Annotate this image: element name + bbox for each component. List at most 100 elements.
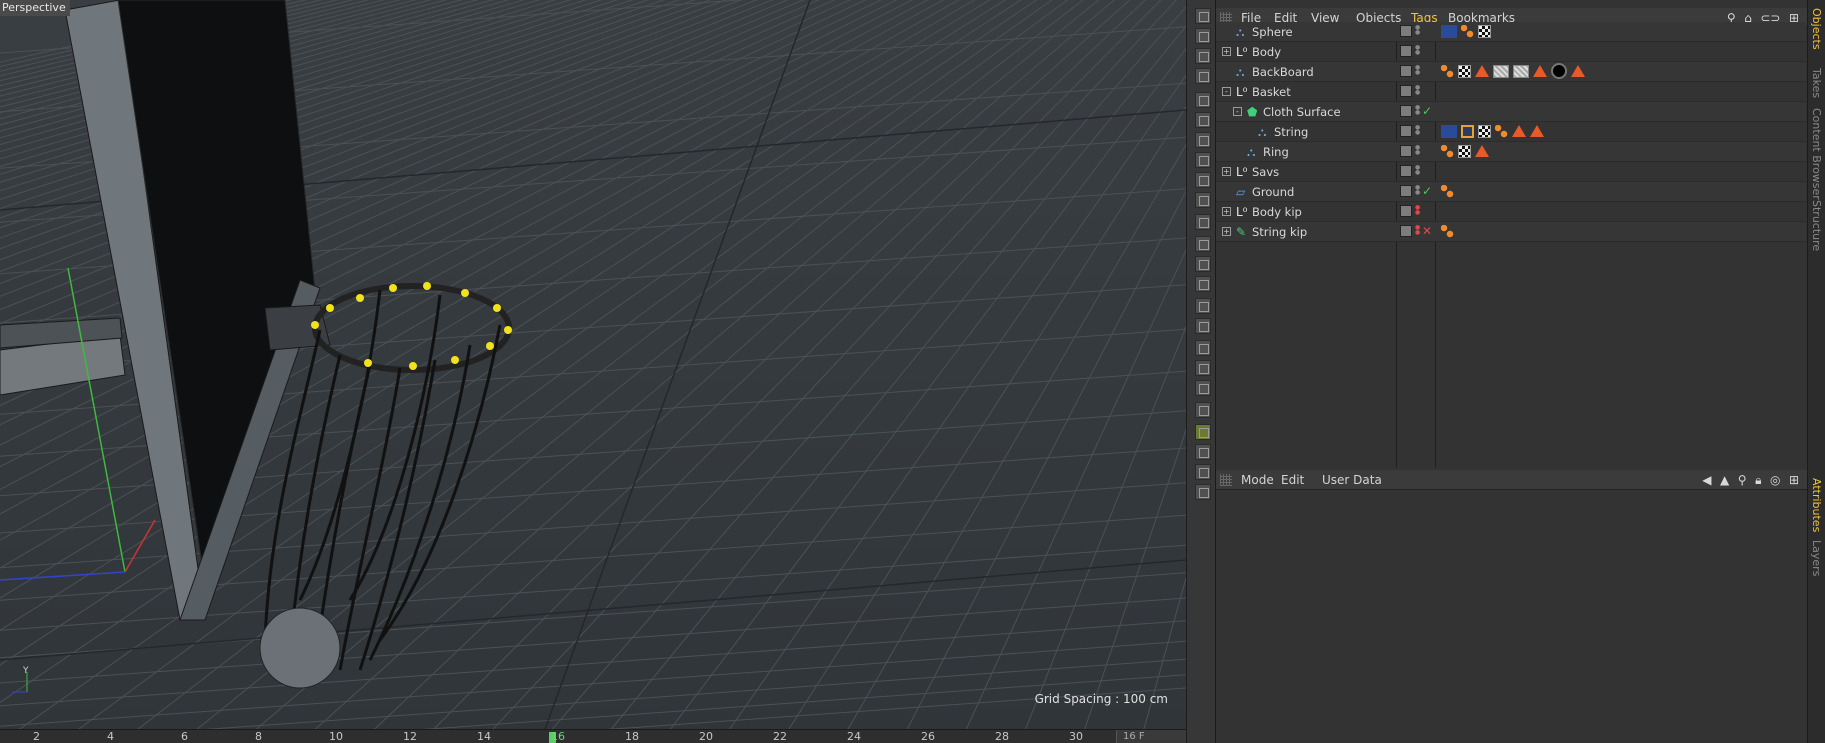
texture-tag-icon[interactable]	[1530, 125, 1544, 137]
visibility-dots-icon[interactable]: ● ●	[1415, 85, 1420, 96]
object-row-ground[interactable]: ▱ Ground ● ● ✓	[1216, 182, 1806, 202]
object-row-backboard[interactable]: ⛬ BackBoard ● ●	[1216, 62, 1806, 82]
object-row-body[interactable]: + L⁰ Body ● ●	[1216, 42, 1806, 62]
object-tree[interactable]: ⛬ Sphere ● ● + L⁰ Body ● ● ⛬ BackBoard ● ● - L⁰ Basket ●…	[1216, 22, 1807, 468]
tool-button[interactable]	[1195, 464, 1211, 480]
back-arrow-icon[interactable]: ◀	[1702, 473, 1711, 487]
visibility-dots-icon[interactable]: ● ●	[1415, 125, 1420, 136]
layer-color-icon[interactable]	[1400, 65, 1412, 77]
perspective-viewport[interactable]: Y Perspective Grid Spacing : 100 cm 16 F…	[0, 0, 1186, 743]
tool-button[interactable]	[1195, 276, 1211, 292]
cloth-tag-icon[interactable]	[1441, 125, 1457, 138]
new-window-icon[interactable]: ⊞	[1789, 473, 1799, 487]
tool-button[interactable]	[1195, 318, 1211, 334]
object-row-basket[interactable]: - L⁰ Basket ● ●	[1216, 82, 1806, 102]
phong-tag-icon[interactable]	[1461, 25, 1474, 38]
visibility-dots-icon[interactable]: ● ●	[1415, 185, 1420, 196]
tool-button[interactable]	[1195, 28, 1211, 44]
selection-tag-icon[interactable]	[1461, 125, 1474, 138]
menu-user-data[interactable]: User Data	[1322, 473, 1382, 487]
sphere-material-tag-icon[interactable]	[1551, 63, 1567, 79]
visibility-dots-icon[interactable]: ● ●	[1415, 165, 1420, 176]
tool-button[interactable]	[1195, 380, 1211, 396]
visibility-dots-icon[interactable]: ● ●	[1415, 45, 1420, 56]
side-tab-takes[interactable]: Takes	[1810, 68, 1823, 98]
layer-color-icon[interactable]	[1400, 125, 1412, 137]
tool-button[interactable]	[1195, 214, 1211, 230]
visibility-dots-icon[interactable]: ● ●	[1415, 65, 1420, 76]
texture-tag-icon[interactable]	[1533, 65, 1547, 77]
material-tag-icon[interactable]	[1478, 125, 1491, 138]
layer-color-icon[interactable]	[1400, 45, 1412, 57]
target-icon[interactable]: ◎	[1770, 473, 1780, 487]
expand-icon[interactable]: +	[1222, 47, 1231, 56]
texture-tag-icon[interactable]	[1512, 125, 1526, 137]
tool-button[interactable]	[1195, 8, 1211, 24]
phong-tag-icon[interactable]	[1441, 145, 1454, 158]
layer-color-icon[interactable]	[1400, 225, 1412, 237]
expand-icon[interactable]: +	[1222, 207, 1231, 216]
tool-button[interactable]	[1195, 360, 1211, 376]
timeline-ruler[interactable]: 16 F 2 4 6 8 10 12 14 16 18 20 22 24 26 28 30	[0, 729, 1186, 743]
material-tag-icon[interactable]	[1478, 25, 1491, 38]
tool-button[interactable]	[1195, 192, 1211, 208]
tool-button[interactable]	[1195, 112, 1211, 128]
noise-material-tag-icon[interactable]	[1513, 65, 1529, 78]
tool-button[interactable]	[1195, 236, 1211, 252]
material-tag-icon[interactable]	[1458, 145, 1471, 158]
tool-button[interactable]	[1195, 298, 1211, 314]
expand-icon[interactable]: +	[1222, 167, 1231, 176]
3d-scene[interactable]: Y	[0, 0, 1186, 743]
texture-tag-icon[interactable]	[1571, 65, 1585, 77]
tool-button[interactable]	[1195, 152, 1211, 168]
tool-button[interactable]	[1195, 256, 1211, 272]
layer-color-icon[interactable]	[1400, 185, 1412, 197]
texture-tag-icon[interactable]	[1475, 145, 1489, 157]
object-row-cloth-surface[interactable]: - ⬟ Cloth Surface ● ● ✓	[1216, 102, 1806, 122]
tool-button[interactable]	[1195, 132, 1211, 148]
visibility-dots-icon[interactable]: ● ●	[1415, 205, 1420, 216]
cloth-tag-icon[interactable]	[1441, 25, 1457, 38]
enabled-check-icon[interactable]: ✓	[1422, 104, 1432, 118]
visibility-dots-icon[interactable]: ● ●	[1415, 145, 1420, 156]
phong-tag-icon[interactable]	[1441, 185, 1454, 198]
tool-button[interactable]	[1195, 92, 1211, 108]
object-row-ring[interactable]: ⛬ Ring ● ●	[1216, 142, 1806, 162]
object-row-string[interactable]: ⛬ String ● ●	[1216, 122, 1806, 142]
side-tab-objects[interactable]: Objects	[1810, 8, 1823, 50]
layer-color-icon[interactable]	[1400, 85, 1412, 97]
tool-button[interactable]	[1195, 402, 1211, 418]
object-row-sphere[interactable]: ⛬ Sphere ● ●	[1216, 22, 1806, 42]
up-arrow-icon[interactable]: ▲	[1720, 473, 1729, 487]
current-frame-field[interactable]: 16 F	[1116, 730, 1186, 743]
visibility-dots-icon[interactable]: ● ●	[1415, 25, 1420, 36]
viewport-label[interactable]: Perspective	[0, 0, 70, 16]
side-tab-attributes[interactable]: Attributes	[1810, 478, 1823, 532]
material-tag-icon[interactable]	[1458, 65, 1471, 78]
layer-color-icon[interactable]	[1400, 145, 1412, 157]
menu-edit[interactable]: Edit	[1281, 473, 1304, 487]
expand-icon[interactable]: +	[1222, 227, 1231, 236]
side-tab-content-browser[interactable]: Content Browser	[1810, 108, 1823, 200]
panel-grip-icon[interactable]	[1220, 474, 1232, 486]
layer-color-icon[interactable]	[1400, 165, 1412, 177]
noise-material-tag-icon[interactable]	[1493, 65, 1509, 78]
phong-tag-icon[interactable]	[1495, 125, 1508, 138]
layer-color-icon[interactable]	[1400, 205, 1412, 217]
collapse-icon[interactable]: -	[1222, 87, 1231, 96]
tool-button[interactable]	[1195, 444, 1211, 460]
layer-color-icon[interactable]	[1400, 25, 1412, 37]
tool-button[interactable]	[1195, 340, 1211, 356]
tool-button[interactable]	[1195, 68, 1211, 84]
texture-tag-icon[interactable]	[1475, 65, 1489, 77]
visibility-dots-icon[interactable]: ● ●	[1415, 225, 1420, 236]
phong-tag-icon[interactable]	[1441, 225, 1454, 238]
menu-mode[interactable]: Mode	[1241, 473, 1274, 487]
side-tab-layers[interactable]: Layers	[1810, 540, 1823, 576]
collapse-icon[interactable]: -	[1233, 107, 1242, 116]
visibility-dots-icon[interactable]: ● ●	[1415, 105, 1420, 116]
object-row-body-kip[interactable]: + L⁰ Body kip ● ●	[1216, 202, 1806, 222]
object-row-savs[interactable]: + L⁰ Savs ● ●	[1216, 162, 1806, 182]
object-row-string-kip[interactable]: + ✎ String kip ● ● ✕	[1216, 222, 1806, 242]
side-tab-structure[interactable]: Structure	[1810, 200, 1823, 251]
